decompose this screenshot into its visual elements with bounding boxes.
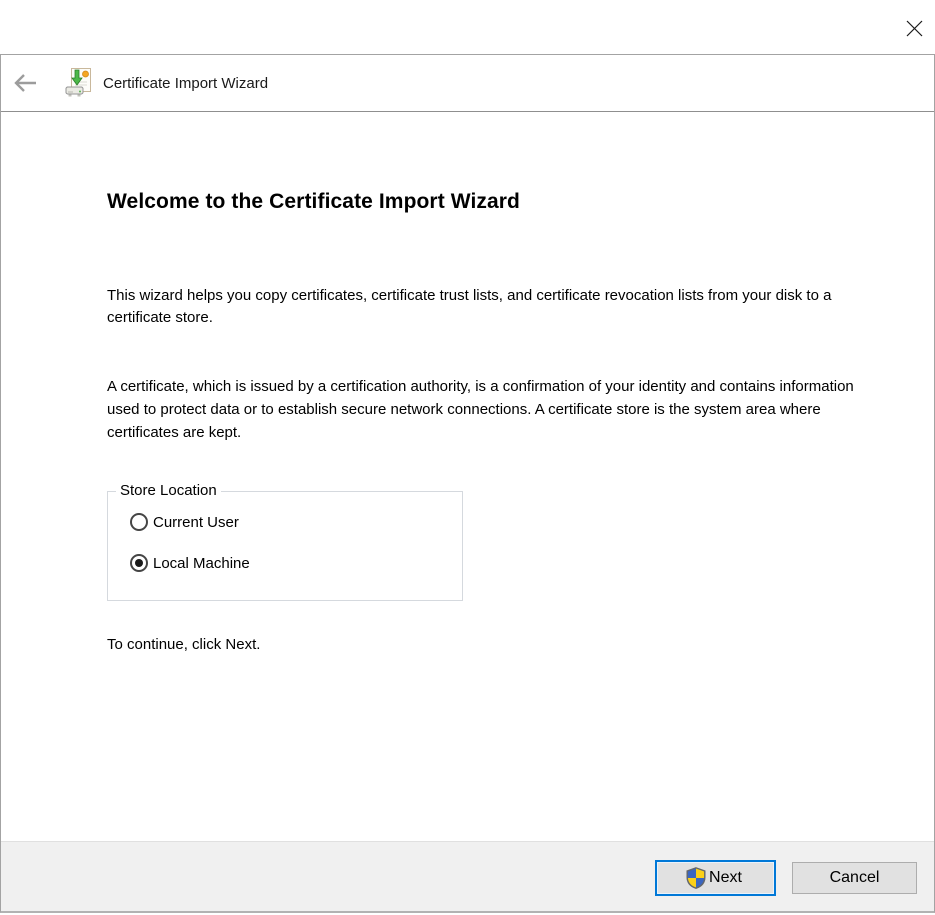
radio-option-current-user[interactable]: Current User <box>130 513 239 531</box>
close-button[interactable] <box>899 13 929 43</box>
cancel-button[interactable]: Cancel <box>792 862 917 894</box>
certificate-description-paragraph: A certificate, which is issued by a cert… <box>107 378 854 441</box>
store-location-groupbox: Store Location Current User Local Machin… <box>107 482 463 601</box>
radio-circle-current-user[interactable] <box>130 513 148 531</box>
back-arrow-icon <box>12 73 38 93</box>
continue-instruction: To continue, click Next. <box>107 636 261 653</box>
certificate-import-icon <box>65 67 91 99</box>
uac-shield-icon <box>685 867 707 889</box>
next-button[interactable]: Next <box>655 860 776 896</box>
radio-label-current-user: Current User <box>153 513 239 531</box>
page-title: Welcome to the Certificate Import Wizard <box>107 190 520 213</box>
radio-label-local-machine: Local Machine <box>153 554 250 572</box>
intro-paragraph: This wizard helps you copy certificates,… <box>107 287 832 326</box>
next-button-label: Next <box>709 869 742 886</box>
certificate-import-wizard-dialog: Certificate Import Wizard Welcome to the… <box>0 54 935 913</box>
wizard-content: Welcome to the Certificate Import Wizard… <box>1 113 934 841</box>
back-button[interactable] <box>5 63 45 103</box>
cancel-button-label: Cancel <box>829 869 880 886</box>
store-location-label: Store Location <box>116 482 221 499</box>
radio-option-local-machine[interactable]: Local Machine <box>130 554 250 572</box>
wizard-header: Certificate Import Wizard <box>1 55 934 112</box>
wizard-title: Certificate Import Wizard <box>103 74 269 92</box>
titlebar <box>0 0 935 54</box>
close-icon <box>905 19 924 38</box>
radio-circle-local-machine[interactable] <box>130 554 148 572</box>
wizard-footer: Next Cancel <box>1 841 934 911</box>
